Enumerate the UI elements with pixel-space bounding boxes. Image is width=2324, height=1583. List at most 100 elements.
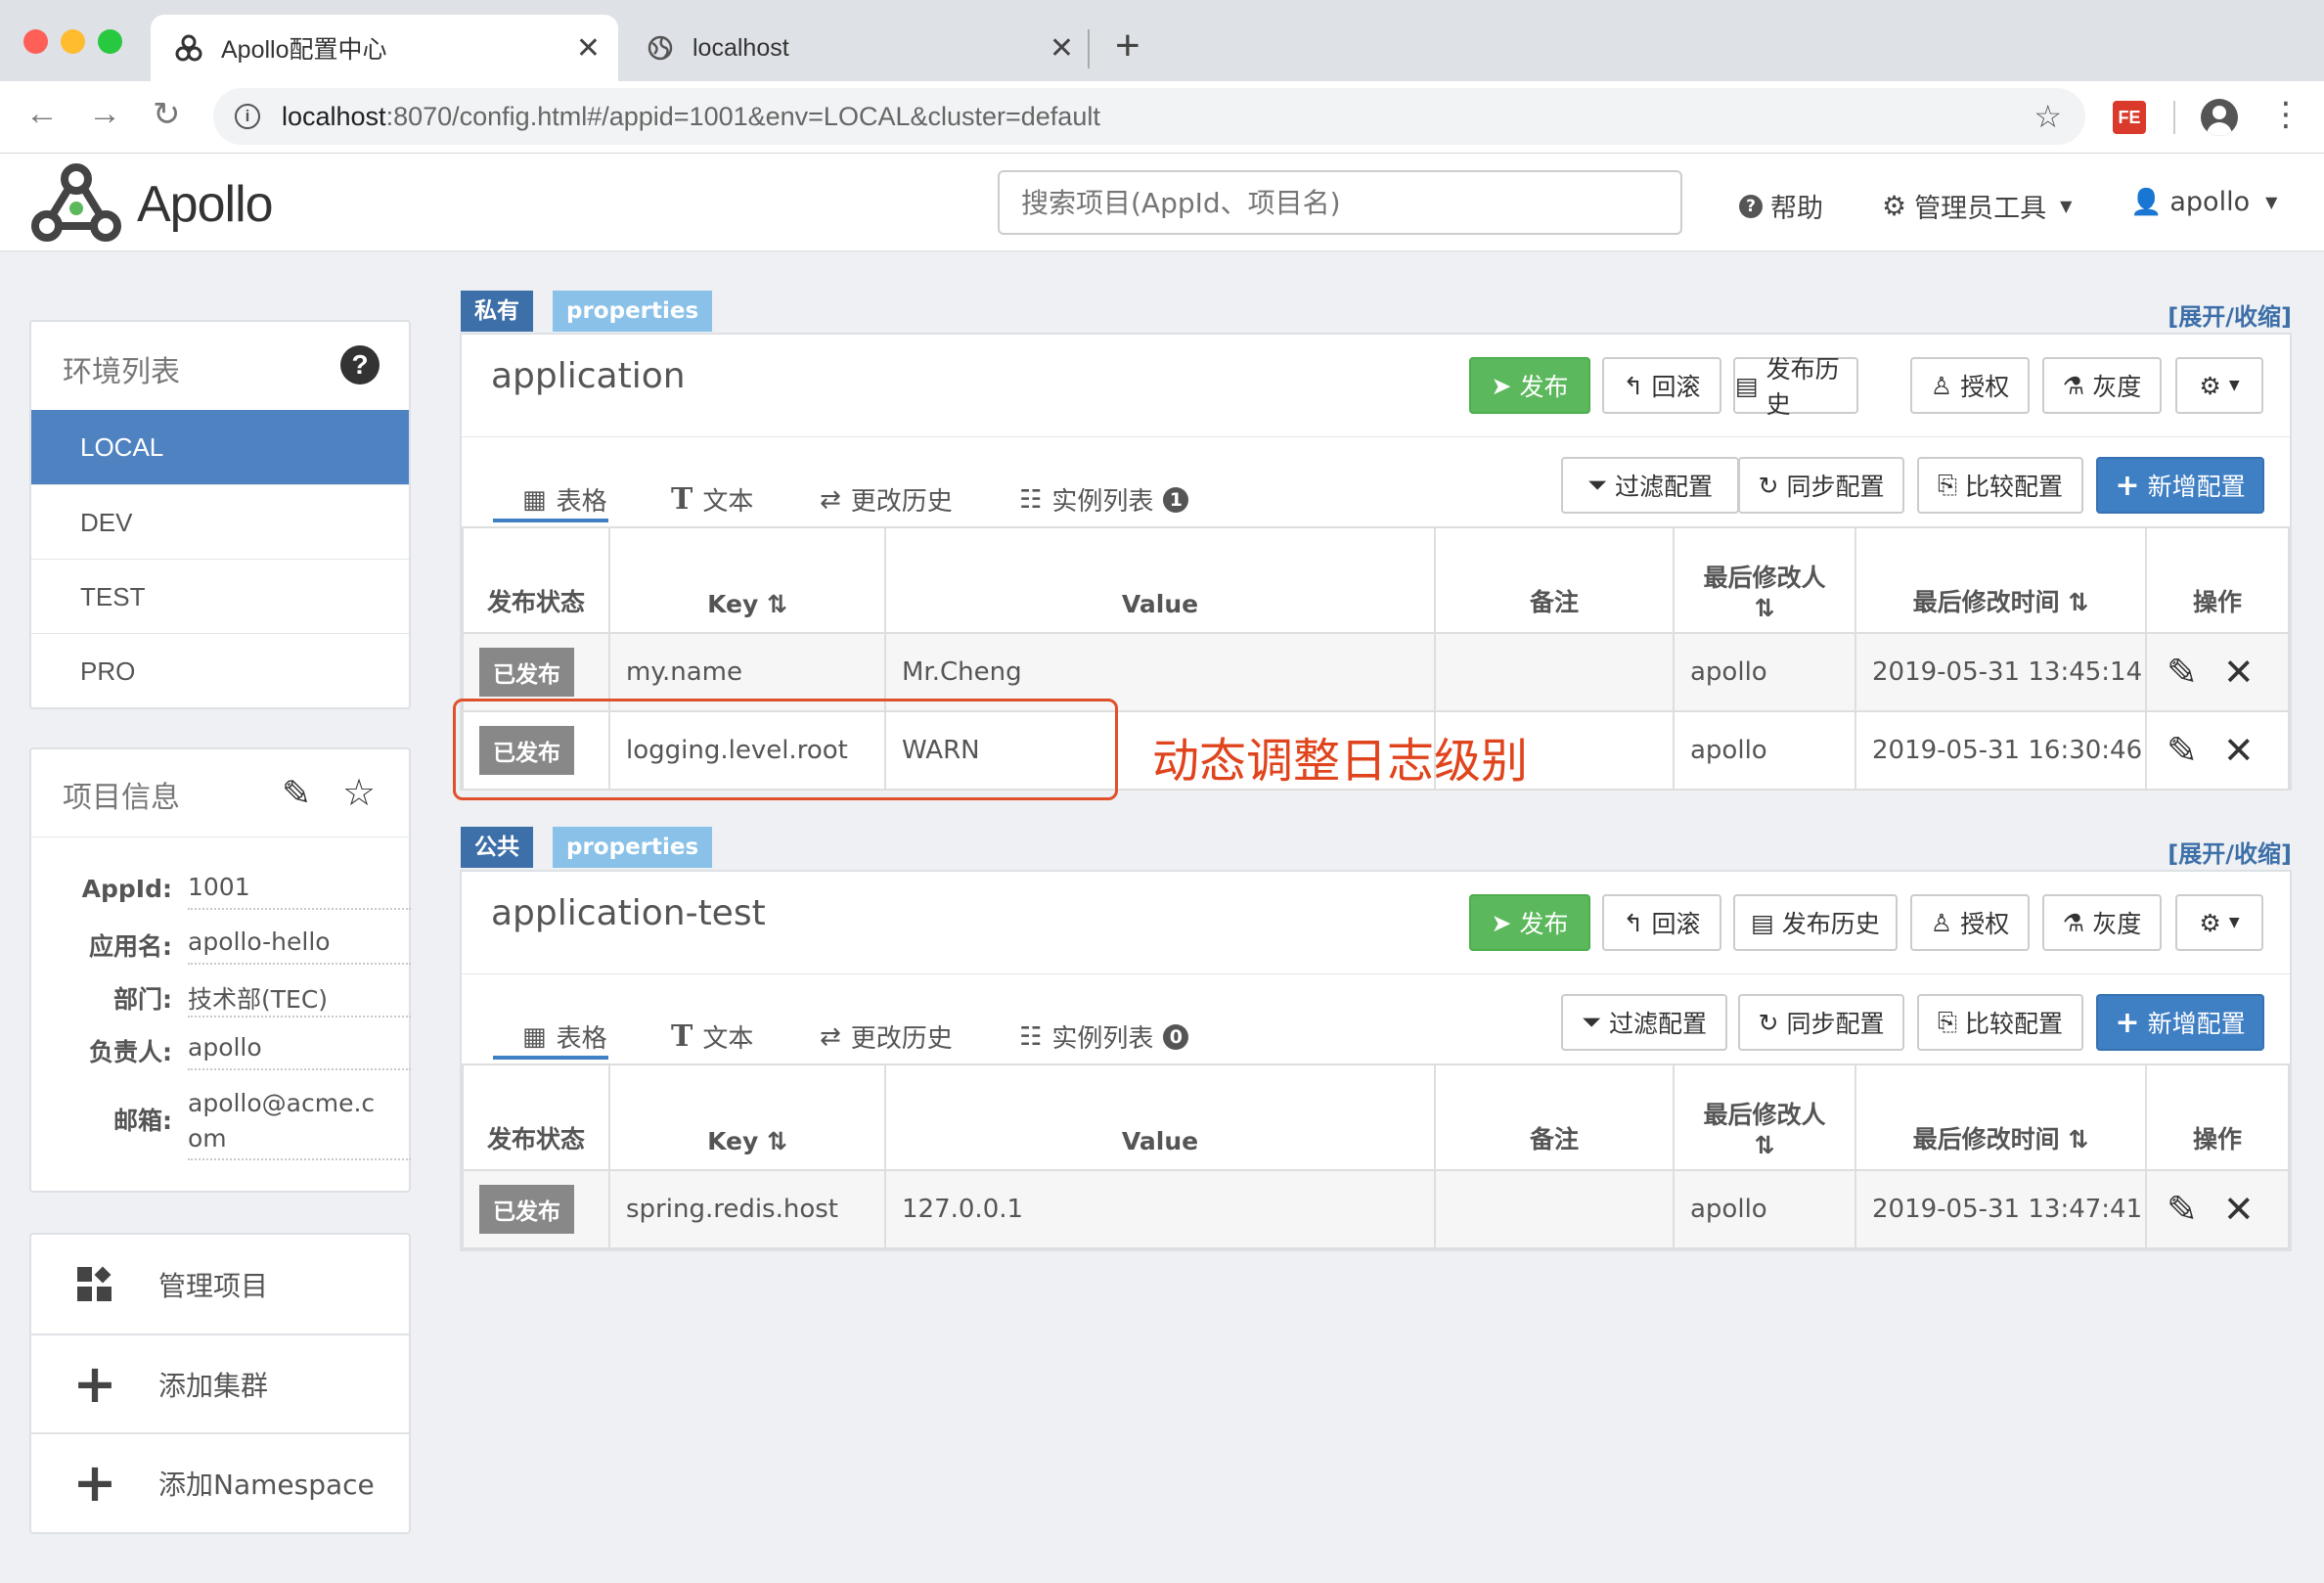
project-search-input[interactable] [998,170,1682,235]
col-header-key[interactable]: Key ⇅ [608,1063,886,1171]
sitemap-icon: ☷ [1019,1021,1043,1052]
config-comment [1434,1169,1675,1249]
col-header-comment: 备注 [1434,1063,1675,1171]
grant-permission-button[interactable]: ♙ 授权 [1910,894,2030,951]
col-header-value: Value [884,1063,1436,1171]
close-tab-icon[interactable]: ✕ [576,31,601,66]
manage-project-link[interactable]: 管理项目 [31,1235,409,1334]
delete-icon[interactable]: ✕ [2223,651,2255,694]
sync-config-button[interactable]: ↻ 同步配置 [1738,994,1904,1051]
close-tab-icon[interactable]: ✕ [1050,31,1074,66]
browser-menu-icon[interactable]: ⋮ [2269,95,2302,134]
rollback-button[interactable]: ↰ 回滚 [1602,357,1721,414]
env-item-dev[interactable]: DEV [31,484,409,559]
filter-config-button[interactable]: ⏷ 过滤配置 [1561,457,1739,514]
publish-history-button[interactable]: ▤ 发布历史 [1733,355,1858,419]
browser-tab-title: Apollo配置中心 [221,36,387,64]
browser-tab-localhost[interactable]: localhost ✕ [622,15,1092,81]
tab-divider [1088,29,1090,68]
browser-tab-apollo[interactable]: Apollo配置中心 ✕ [151,15,618,81]
env-item-test[interactable]: TEST [31,559,409,633]
profile-avatar-icon[interactable] [2201,99,2238,136]
filter-config-button[interactable]: ⏷ 过滤配置 [1561,994,1727,1051]
tab-table[interactable]: ▦ 表格 [522,1018,607,1055]
sort-icon: ⇅ [1754,594,1775,622]
app-logo-text[interactable]: Apollo [137,175,274,234]
edit-icon[interactable]: ✎ [2167,651,2198,694]
expand-collapse-link[interactable]: [展开/收缩] [2168,297,2292,332]
grant-permission-button[interactable]: ♙ 授权 [1910,357,2030,414]
table-header-row: 发布状态 Key ⇅ Value 备注 最后修改人 ⇅ 最后修改时间 ⇅ 操作 [462,526,2290,634]
tab-table[interactable]: ▦ 表格 [522,481,607,518]
col-header-modified-time[interactable]: 最后修改时间 ⇅ [1855,1063,2147,1171]
help-label: 帮助 [1770,194,1823,224]
reload-icon[interactable]: ↻ [153,95,181,134]
tab-change-history[interactable]: ⇄ 更改历史 [820,481,953,518]
minimize-window-button[interactable] [61,29,85,54]
rollback-button[interactable]: ↰ 回滚 [1602,894,1721,951]
info-value-app-name: apollo-hello [188,927,411,965]
add-config-button[interactable]: + 新增配置 [2096,457,2264,514]
divider [462,436,2290,437]
site-info-icon[interactable]: i [235,104,260,129]
help-link[interactable]: ? 帮助 [1739,187,1823,225]
publish-button[interactable]: ➤ 发布 [1469,894,1590,951]
publish-history-button[interactable]: ▤ 发布历史 [1733,894,1898,951]
compare-config-button[interactable]: ⎘ 比较配置 [1917,457,2083,514]
edit-icon[interactable]: ✎ [2167,1188,2198,1231]
publish-button[interactable]: ➤ 发布 [1469,357,1590,414]
tab-instance-list[interactable]: ☷ 实例列表 1 [1019,481,1189,518]
table-icon: ▦ [522,1021,547,1052]
gray-release-button[interactable]: ⚗ 灰度 [2042,357,2162,414]
expand-collapse-link[interactable]: [展开/收缩] [2168,835,2292,869]
admin-tools-dropdown[interactable]: ⚙ 管理员工具 ▼ [1882,187,2072,225]
maximize-window-button[interactable] [98,29,122,54]
new-tab-button[interactable]: + [1115,22,1140,70]
tab-change-history[interactable]: ⇄ 更改历史 [820,1018,953,1055]
col-header-modified-time[interactable]: 最后修改时间 ⇅ [1855,526,2147,634]
filter-icon: ⏷ [1581,1008,1601,1036]
paper-plane-icon: ➤ [1491,371,1512,400]
divider [462,973,2290,974]
browser-tab-bar: Apollo配置中心 ✕ localhost ✕ + [0,0,2324,81]
gray-release-button[interactable]: ⚗ 灰度 [2042,894,2162,951]
tab-text[interactable]: T 文本 [671,481,753,518]
col-header-modifier[interactable]: 最后修改人 ⇅ [1673,526,1856,634]
flask-icon: ⚗ [2062,908,2085,937]
add-config-button[interactable]: + 新增配置 [2096,994,2264,1051]
back-arrow-icon[interactable]: ← [25,95,59,133]
instance-count-badge: 1 [1163,486,1189,513]
tab-text[interactable]: T 文本 [671,1018,753,1055]
close-window-button[interactable] [23,29,48,54]
settings-dropdown-button[interactable]: ⚙ ▼ [2175,357,2263,414]
question-circle-icon[interactable]: ? [340,345,380,384]
apollo-logo-icon[interactable] [27,161,125,246]
extension-fe-icon[interactable]: FE [2113,101,2146,134]
star-icon[interactable]: ☆ [342,771,376,815]
plus-icon: + [2115,468,2140,503]
exchange-icon: ⇄ [820,1021,841,1052]
forward-arrow-icon[interactable]: → [88,95,121,133]
delete-icon[interactable]: ✕ [2223,1188,2255,1231]
settings-dropdown-button[interactable]: ⚙ ▼ [2175,894,2263,951]
sync-config-button[interactable]: ↻ 同步配置 [1738,457,1904,514]
namespace-name: application [491,356,686,396]
namespace-name: application-test [491,893,766,933]
env-item-pro[interactable]: PRO [31,633,409,707]
url-field[interactable]: i localhost:8070/config.html#/appid=1001… [213,88,2085,145]
edit-icon[interactable]: ✎ [2167,729,2198,772]
add-namespace-link[interactable]: + 添加Namespace [31,1432,409,1531]
add-cluster-link[interactable]: + 添加集群 [31,1334,409,1432]
delete-icon[interactable]: ✕ [2223,729,2255,772]
text-icon: T [671,1019,693,1054]
user-dropdown[interactable]: 👤 apollo ▼ [2130,187,2277,217]
sort-icon: ⇅ [766,1127,787,1155]
compare-config-button[interactable]: ⎘ 比较配置 [1917,994,2083,1051]
edit-icon[interactable]: ✎ [282,773,311,814]
env-item-local[interactable]: LOCAL [31,410,409,484]
col-header-key[interactable]: Key ⇅ [608,526,886,634]
col-header-modifier[interactable]: 最后修改人 ⇅ [1673,1063,1856,1171]
tab-instance-list[interactable]: ☷ 实例列表 0 [1019,1018,1189,1055]
col-header-value: Value [884,526,1436,634]
bookmark-star-icon[interactable]: ☆ [2034,98,2062,135]
